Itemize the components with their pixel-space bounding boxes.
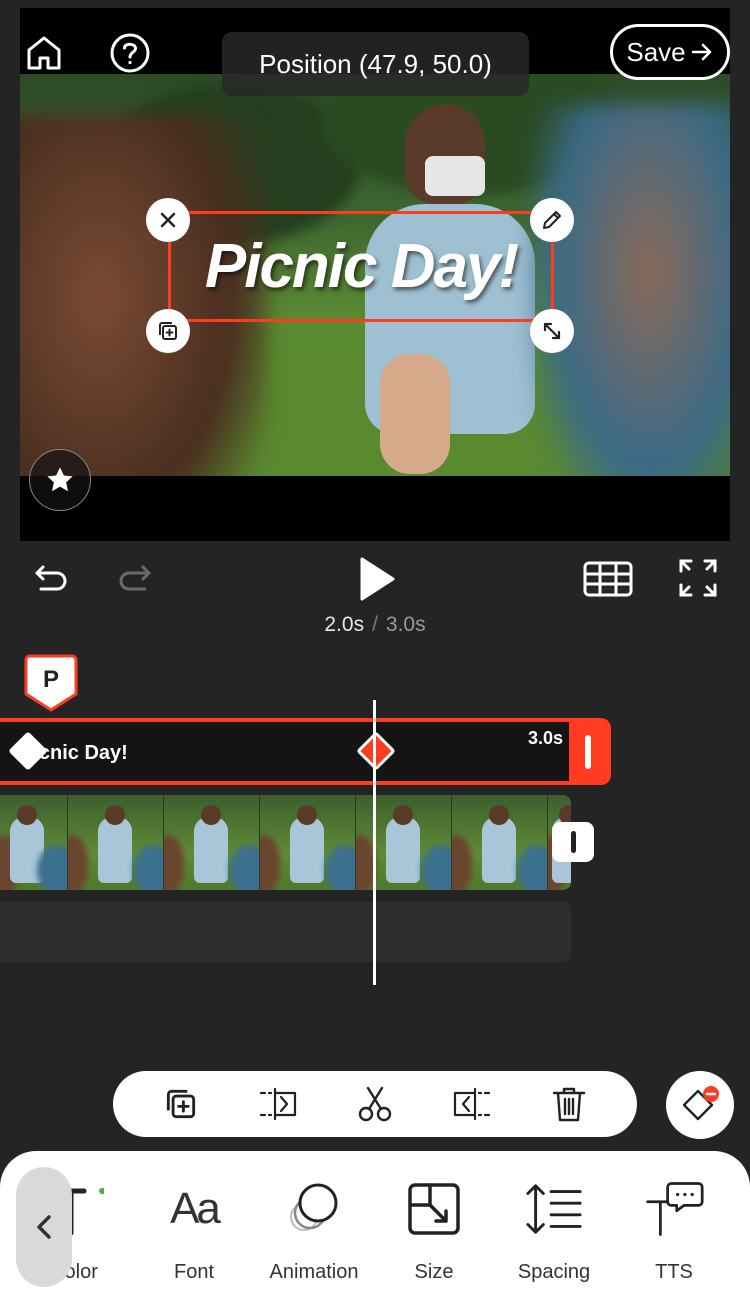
video-thumbnail	[68, 795, 164, 890]
split-button[interactable]	[350, 1079, 400, 1129]
trash-icon	[552, 1087, 585, 1122]
video-thumbnail	[164, 795, 260, 890]
tool-size[interactable]: Size	[374, 1179, 494, 1289]
help-icon[interactable]	[106, 29, 154, 77]
video-thumbnail	[260, 795, 356, 890]
redo-icon	[119, 565, 151, 591]
size-icon	[404, 1179, 464, 1239]
video-track-clip[interactable]	[0, 795, 571, 890]
save-label: Save	[626, 36, 686, 67]
grid-button[interactable]	[580, 556, 636, 602]
resize-diagonal-icon	[543, 322, 561, 340]
current-time: 2.0s	[324, 613, 365, 636]
video-thumbnail	[356, 795, 452, 890]
empty-audio-track[interactable]	[0, 902, 571, 962]
duplicate-icon	[159, 322, 177, 340]
tool-spacing[interactable]: Spacing	[494, 1179, 614, 1289]
total-time: 3.0s	[385, 613, 426, 636]
keyframe-remove-icon	[682, 1086, 719, 1121]
star-icon	[47, 467, 73, 492]
fullscreen-button[interactable]	[674, 554, 722, 602]
tool-animation-label: Animation	[269, 1261, 359, 1283]
arrow-right-icon	[691, 43, 711, 61]
trim-start-button[interactable]	[253, 1079, 303, 1129]
duplicate-text-handle[interactable]	[146, 309, 190, 353]
time-separator: /	[372, 613, 378, 636]
text-tools-sheet: Color Aa Font Animation Size Spacing TTS	[0, 1151, 750, 1302]
text-track-clip[interactable]: Picnic Day! 3.0s	[0, 718, 611, 785]
text-track-duration: 3.0s	[527, 728, 563, 748]
play-button[interactable]	[350, 553, 402, 605]
duplicate-icon	[167, 1089, 196, 1119]
font-icon: Aa	[170, 1184, 221, 1233]
save-button[interactable]: Save	[610, 24, 730, 80]
delete-clip-button[interactable]	[544, 1079, 594, 1129]
undo-button[interactable]	[28, 556, 74, 602]
chevron-left-icon	[37, 1215, 51, 1239]
undo-icon	[35, 565, 67, 591]
remove-keyframe-button[interactable]	[666, 1071, 734, 1139]
text-track-trim-handle[interactable]	[569, 722, 607, 781]
playhead[interactable]	[373, 700, 376, 985]
position-tooltip: Position (47.9, 50.0)	[222, 32, 529, 96]
badge-letter: P	[42, 666, 59, 693]
redo-button[interactable]	[112, 556, 158, 602]
video-track-trim-handle[interactable]	[552, 822, 594, 862]
favorite-button[interactable]	[29, 449, 91, 511]
back-button[interactable]	[16, 1167, 72, 1287]
video-thumbnail	[0, 795, 68, 890]
spacing-icon	[524, 1179, 584, 1239]
close-icon	[160, 212, 176, 228]
play-icon	[360, 557, 395, 601]
position-keyframe-badge[interactable]: P	[24, 654, 78, 712]
text-overlay-box[interactable]: Picnic Day!	[168, 211, 554, 322]
home-icon[interactable]	[20, 29, 68, 77]
scissors-icon	[358, 1086, 392, 1122]
tool-spacing-label: Spacing	[517, 1261, 591, 1283]
trim-start-icon	[260, 1087, 297, 1121]
tool-tts[interactable]: TTS	[614, 1179, 734, 1289]
delete-text-handle[interactable]	[146, 198, 190, 242]
tool-tts-label: TTS	[655, 1261, 693, 1283]
clip-edit-toolbar	[113, 1071, 637, 1137]
tool-animation[interactable]: Animation	[254, 1179, 374, 1289]
trim-end-icon	[453, 1087, 490, 1121]
pencil-icon	[543, 211, 561, 229]
tts-icon	[644, 1179, 704, 1239]
animation-icon	[284, 1179, 344, 1239]
tool-size-label: Size	[414, 1261, 454, 1283]
resize-text-handle[interactable]	[530, 309, 574, 353]
video-thumbnail	[452, 795, 548, 890]
fullscreen-icon	[679, 559, 717, 597]
grid-icon	[583, 561, 633, 597]
edit-text-handle[interactable]	[530, 198, 574, 242]
time-readout: 2.0s / 3.0s	[0, 613, 750, 637]
tool-font[interactable]: Aa Font	[134, 1179, 254, 1289]
tool-font-label: Font	[173, 1261, 215, 1283]
trim-end-button[interactable]	[447, 1079, 497, 1129]
duplicate-clip-button[interactable]	[156, 1079, 206, 1129]
overlay-text[interactable]: Picnic Day!	[205, 231, 519, 302]
